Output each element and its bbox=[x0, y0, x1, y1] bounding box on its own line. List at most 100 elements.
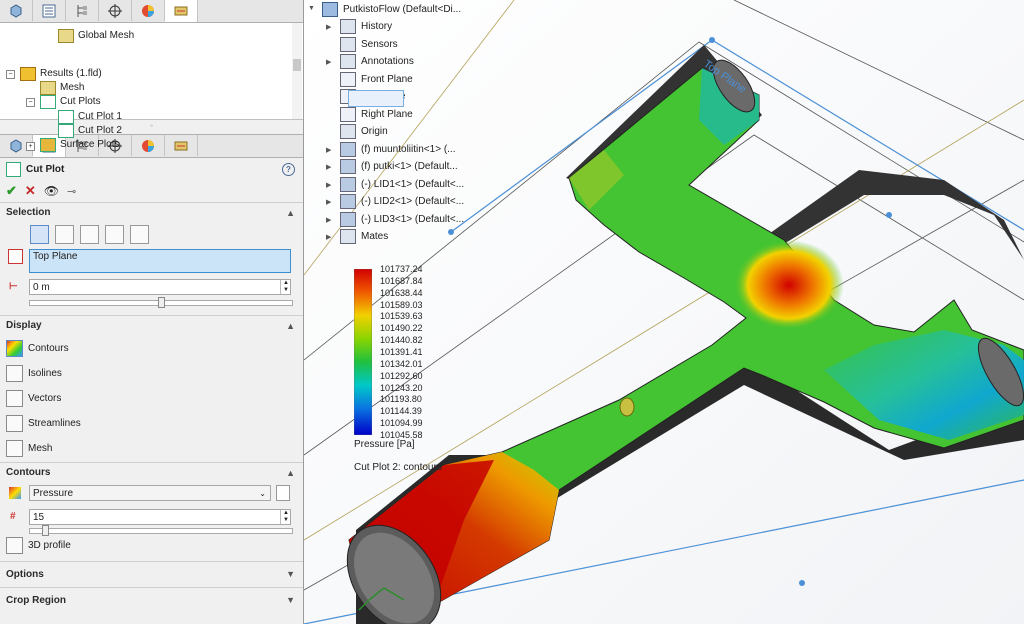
tree-item-results[interactable]: Results (1.fld) bbox=[20, 66, 102, 81]
display-label: Streamlines bbox=[28, 418, 81, 429]
feature-tree-item[interactable]: (f) muuntoliitin<1> (... bbox=[340, 141, 455, 158]
plane-zx-button[interactable] bbox=[130, 225, 149, 244]
expand-arrow-icon[interactable]: ▶ bbox=[326, 146, 331, 154]
feature-tree-root[interactable]: PutkistoFlow (Default<Di... bbox=[322, 1, 461, 18]
flow-analysis-icon[interactable] bbox=[165, 135, 198, 156]
left-panel: Global Mesh − Results (1.fld) Mesh − Cut… bbox=[0, 0, 304, 624]
feature-tree-item[interactable]: (-) LID2<1> (Default<... bbox=[340, 193, 464, 210]
legend-value: 101539.63 bbox=[380, 311, 423, 321]
splitter-handle[interactable]: ◦ bbox=[0, 120, 303, 134]
collapse-toggle[interactable]: − bbox=[6, 70, 15, 79]
parameter-settings-button[interactable] bbox=[276, 485, 290, 501]
expand-arrow-icon[interactable]: ▶ bbox=[326, 216, 331, 224]
cut-plot-icon bbox=[58, 123, 74, 138]
display-streamlines-toggle[interactable]: Streamlines bbox=[0, 411, 303, 436]
annotations-icon bbox=[340, 54, 356, 69]
cut-plot-icon bbox=[6, 161, 21, 177]
tree-item-cut-plot-2[interactable]: Cut Plot 2 bbox=[58, 123, 122, 138]
chevron-down-icon: ⌄ bbox=[259, 489, 266, 498]
tree-item-global-mesh[interactable]: Global Mesh bbox=[58, 28, 134, 43]
tree-item-mesh[interactable]: Mesh bbox=[40, 80, 84, 95]
feature-tree-item[interactable]: Sensors bbox=[340, 36, 398, 53]
expand-chevron-icon[interactable]: ▼ bbox=[286, 588, 295, 613]
expand-toggle[interactable]: + bbox=[26, 142, 35, 151]
section-header[interactable]: Contours ▲ bbox=[0, 463, 303, 483]
cancel-icon[interactable]: ✕ bbox=[25, 183, 36, 199]
section-title: Options bbox=[6, 569, 44, 580]
feature-tree-item[interactable]: Mates bbox=[340, 228, 388, 245]
mesh-grid-icon bbox=[6, 440, 23, 457]
offset-spinner[interactable]: ▲ ▼ bbox=[280, 280, 291, 294]
configuration-manager-icon[interactable] bbox=[66, 0, 99, 21]
property-manager-icon[interactable] bbox=[33, 0, 66, 21]
display-manager-icon[interactable] bbox=[132, 135, 165, 156]
display-contours-toggle[interactable]: Contours bbox=[0, 336, 303, 361]
graphics-area[interactable]: ▼ PutkistoFlow (Default<Di... ▶ History Se… bbox=[304, 0, 1024, 624]
tree-label: Surface Plots bbox=[60, 139, 120, 150]
tree-label: Mesh bbox=[60, 82, 85, 93]
expand-arrow-icon[interactable]: ▶ bbox=[326, 23, 331, 31]
section-title: Selection bbox=[6, 207, 51, 218]
display-manager-icon[interactable] bbox=[132, 0, 165, 21]
collapse-chevron-icon[interactable]: ▲ bbox=[286, 316, 295, 336]
tree-item-surface-plots[interactable]: Surface Plots bbox=[40, 137, 119, 152]
3d-profile-toggle[interactable]: 3D profile bbox=[0, 533, 71, 558]
help-icon[interactable]: ? bbox=[282, 162, 295, 176]
plane-xy-button[interactable] bbox=[80, 225, 99, 244]
collapse-chevron-icon[interactable]: ▲ bbox=[286, 203, 295, 223]
plane-yz-button[interactable] bbox=[105, 225, 124, 244]
preview-eye-icon[interactable]: 👁 bbox=[44, 184, 59, 198]
feature-manager-icon[interactable] bbox=[0, 0, 33, 21]
plane-selection-field[interactable]: Top Plane bbox=[29, 249, 291, 273]
ok-icon[interactable]: ✔ bbox=[6, 183, 17, 199]
options-section: Options ▼ bbox=[0, 561, 303, 587]
display-vectors-toggle[interactable]: Vectors bbox=[0, 386, 303, 411]
levels-input[interactable]: 15 bbox=[29, 509, 291, 525]
pin-icon[interactable]: ⊸ bbox=[67, 185, 76, 198]
parameter-dropdown[interactable]: Pressure ⌄ bbox=[29, 485, 271, 501]
collapse-chevron-icon[interactable]: ▲ bbox=[286, 463, 295, 483]
collapse-toggle[interactable]: − bbox=[26, 98, 35, 107]
feature-tree-item[interactable]: (-) LID3<1> (Default<... bbox=[340, 211, 464, 228]
section-header[interactable]: Display ▲ bbox=[0, 316, 303, 336]
section-header[interactable]: Crop Region ▼ bbox=[0, 588, 303, 613]
axis-filter-button[interactable] bbox=[55, 225, 74, 244]
expand-arrow-icon[interactable]: ▶ bbox=[326, 198, 331, 206]
feature-tree-item[interactable]: (f) putki<1> (Default... bbox=[340, 158, 458, 175]
legend-value: 101737.24 bbox=[380, 264, 423, 274]
dimxpert-icon[interactable] bbox=[99, 0, 132, 21]
feature-tree-item[interactable]: Annotations bbox=[340, 53, 414, 70]
section-header[interactable]: Options ▼ bbox=[0, 562, 303, 587]
part-icon bbox=[340, 159, 356, 174]
display-mesh-toggle[interactable]: Mesh bbox=[0, 436, 303, 461]
tree-item-cut-plot-1[interactable]: Cut Plot 1 bbox=[58, 109, 122, 124]
collapse-arrow-icon[interactable]: ▼ bbox=[308, 5, 315, 12]
page-title: Cut Plot bbox=[26, 163, 65, 175]
feature-tree-item[interactable]: (-) LID1<1> (Default<... bbox=[340, 176, 464, 193]
legend-value: 101193.80 bbox=[380, 394, 422, 404]
expand-arrow-icon[interactable]: ▶ bbox=[326, 181, 331, 189]
plane-filter-button[interactable] bbox=[30, 225, 49, 244]
feature-tree-item[interactable]: Front Plane bbox=[340, 71, 413, 88]
section-header[interactable]: Selection ▲ bbox=[0, 203, 303, 223]
expand-arrow-icon[interactable]: ▶ bbox=[326, 163, 331, 171]
display-isolines-toggle[interactable]: Isolines bbox=[0, 361, 303, 386]
tree-label: Origin bbox=[361, 126, 388, 137]
levels-spinner[interactable]: ▲ ▼ bbox=[280, 510, 291, 524]
tree-label: PutkistoFlow (Default<Di... bbox=[343, 4, 462, 15]
offset-icon: ⊢ bbox=[9, 281, 18, 292]
expand-arrow-icon[interactable]: ▶ bbox=[326, 58, 331, 66]
feature-tree-item[interactable]: Right Plane bbox=[340, 106, 413, 123]
vectors-icon bbox=[6, 390, 23, 407]
expand-arrow-icon[interactable]: ▶ bbox=[326, 233, 331, 241]
expand-chevron-icon[interactable]: ▼ bbox=[286, 562, 295, 587]
selection-filter-buttons bbox=[30, 225, 149, 244]
offset-input[interactable]: 0 m bbox=[29, 279, 291, 295]
legend-value: 101638.44 bbox=[380, 288, 423, 298]
feature-tree-item[interactable]: History bbox=[340, 18, 392, 35]
feature-tree-item[interactable]: Origin bbox=[340, 123, 388, 140]
offset-slider[interactable] bbox=[29, 297, 293, 308]
flow-analysis-icon[interactable] bbox=[165, 0, 198, 22]
tree-scrollbar[interactable] bbox=[292, 23, 302, 119]
tree-item-cut-plots[interactable]: Cut Plots bbox=[40, 94, 101, 109]
